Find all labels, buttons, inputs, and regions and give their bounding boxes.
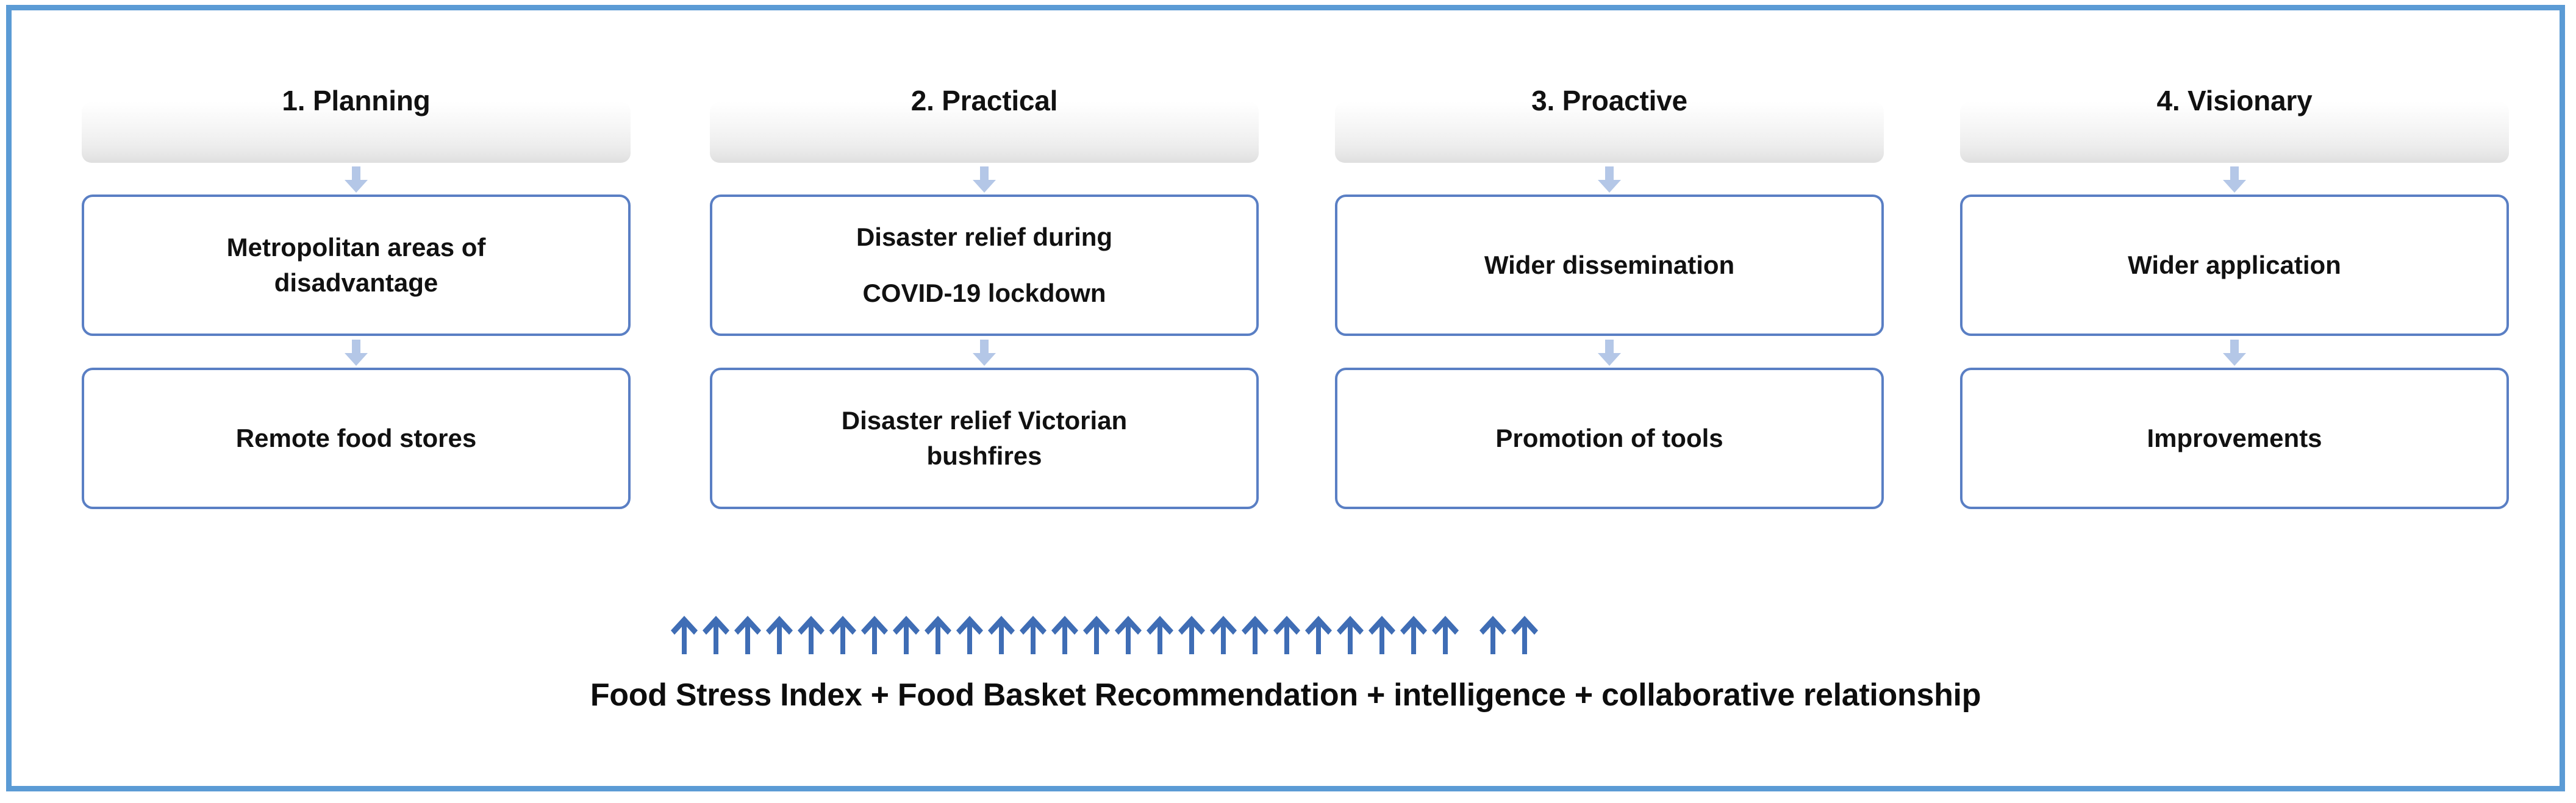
column-header-label: 4. Visionary	[2156, 85, 2313, 116]
arrow-up-icon	[956, 616, 983, 654]
arrow-up-icon	[1479, 616, 1506, 654]
column-header-label: 2. Practical	[911, 85, 1058, 116]
arrow-up-icon	[798, 616, 825, 654]
node-label: Wider application	[2128, 251, 2341, 279]
arrow-up-icon	[1147, 616, 1173, 654]
arrow-up-icon	[893, 616, 920, 654]
node-label: Improvements	[2147, 424, 2322, 452]
arrow-up-icon	[1368, 616, 1395, 654]
arrow-up-icon	[1020, 616, 1046, 654]
arrow-up-icon	[925, 616, 951, 654]
node-box: Disaster relief during COVID-19 lockdown	[710, 195, 1259, 336]
node-box: Wider application	[1960, 195, 2509, 336]
arrow-up-icon	[1432, 616, 1459, 654]
arrow-up-icon	[1305, 616, 1332, 654]
arrow-down-icon	[2223, 340, 2246, 366]
connector-practical-1	[710, 163, 1259, 195]
arrow-up-icon	[1242, 616, 1268, 654]
arrow-down-icon	[1598, 340, 1621, 366]
column-header-visionary: 4. Visionary	[1960, 84, 2509, 163]
node-box: Wider dissemination	[1335, 195, 1884, 336]
arrow-up-icon	[734, 616, 761, 654]
arrow-up-icon	[703, 616, 729, 654]
node-label: Disaster relief during COVID-19 lockdown	[856, 223, 1113, 307]
node-box: Improvements	[1960, 368, 2509, 509]
arrow-up-icon	[671, 616, 698, 654]
node-box: Metropolitan areas of disadvantage	[82, 195, 631, 336]
arrow-down-icon	[345, 166, 368, 193]
arrow-up-icon	[1337, 616, 1364, 654]
arrow-up-icon	[988, 616, 1015, 654]
arrow-down-icon	[2223, 166, 2246, 193]
arrow-up-icon	[1178, 616, 1205, 654]
arrow-up-icon	[1273, 616, 1300, 654]
arrow-up-icon	[1511, 616, 1538, 654]
connector-visionary-1	[1960, 163, 2509, 195]
arrow-down-icon	[973, 340, 996, 366]
node-label: Promotion of tools	[1495, 424, 1723, 452]
column-header-practical: 2. Practical	[710, 84, 1259, 163]
arrow-down-icon	[345, 340, 368, 366]
arrow-down-icon	[1598, 166, 1621, 193]
arrow-up-icon	[1400, 616, 1427, 654]
arrow-up-icon	[1115, 616, 1142, 654]
column-header-label: 3. Proactive	[1531, 85, 1687, 116]
foundation-arrow-strip	[12, 614, 2560, 657]
node-box: Remote food stores	[82, 368, 631, 509]
node-box: Promotion of tools	[1335, 368, 1884, 509]
column-header-label: 1. Planning	[282, 85, 431, 116]
column-visionary: 4. Visionary Wider application Improveme…	[1960, 84, 2509, 509]
column-header-proactive: 3. Proactive	[1335, 84, 1884, 163]
column-proactive: 3. Proactive Wider dissemination Promoti…	[1335, 84, 1884, 509]
arrow-down-icon	[973, 166, 996, 193]
node-label: Disaster relief Victorian bushfires	[841, 406, 1128, 470]
arrow-up-icon	[766, 616, 793, 654]
arrow-up-icon	[829, 616, 856, 654]
arrow-up-icon	[1210, 616, 1237, 654]
node-label: Remote food stores	[235, 424, 477, 452]
arrow-up-row	[668, 614, 1540, 654]
arrow-up-icon	[1083, 616, 1110, 654]
connector-planning-1	[82, 163, 631, 195]
diagram-frame: 1. Planning Metropolitan areas of disadv…	[6, 5, 2565, 791]
connector-proactive-1	[1335, 163, 1884, 195]
connector-planning-2	[82, 336, 631, 368]
column-header-planning: 1. Planning	[82, 84, 631, 163]
foundation-caption: Food Stress Index + Food Basket Recommen…	[590, 677, 1981, 713]
column-practical: 2. Practical Disaster relief during COVI…	[710, 84, 1259, 509]
connector-visionary-2	[1960, 336, 2509, 368]
columns-container: 1. Planning Metropolitan areas of disadv…	[12, 10, 2560, 786]
column-planning: 1. Planning Metropolitan areas of disadv…	[82, 84, 631, 509]
node-label: Metropolitan areas of disadvantage	[226, 233, 486, 297]
connector-proactive-2	[1335, 336, 1884, 368]
node-label: Wider dissemination	[1484, 251, 1735, 279]
connector-practical-2	[710, 336, 1259, 368]
arrow-up-icon	[861, 616, 888, 654]
node-box: Disaster relief Victorian bushfires	[710, 368, 1259, 509]
arrow-up-icon	[1051, 616, 1078, 654]
